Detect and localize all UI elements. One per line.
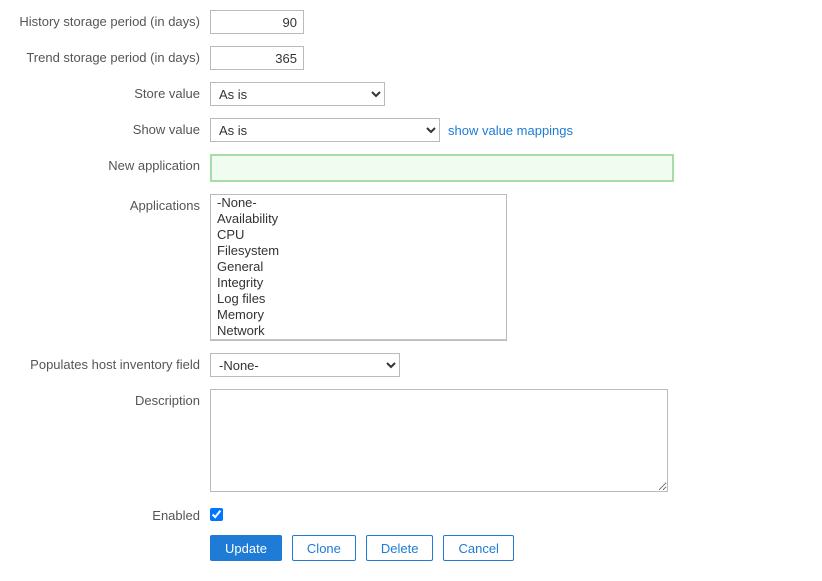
description-label: Description — [0, 389, 210, 408]
applications-option[interactable]: CPU — [211, 227, 506, 243]
history-storage-label: History storage period (in days) — [0, 10, 210, 29]
cancel-button[interactable]: Cancel — [443, 535, 513, 561]
new-application-input[interactable] — [210, 154, 674, 182]
applications-option[interactable]: Availability — [211, 211, 506, 227]
applications-option[interactable]: Filesystem — [211, 243, 506, 259]
applications-option[interactable]: -None- — [211, 195, 506, 211]
applications-option[interactable]: General — [211, 259, 506, 275]
populates-host-inventory-select[interactable]: -None- — [210, 353, 400, 377]
history-storage-input[interactable] — [210, 10, 304, 34]
new-application-label: New application — [0, 154, 210, 173]
store-value-select[interactable]: As is — [210, 82, 385, 106]
enabled-checkbox[interactable] — [210, 508, 223, 521]
applications-option[interactable]: nginx_stat — [211, 339, 506, 341]
delete-button[interactable]: Delete — [366, 535, 434, 561]
trend-storage-input[interactable] — [210, 46, 304, 70]
applications-option[interactable]: Memory — [211, 307, 506, 323]
applications-option[interactable]: Integrity — [211, 275, 506, 291]
applications-option[interactable]: Network — [211, 323, 506, 339]
update-button[interactable]: Update — [210, 535, 282, 561]
show-value-mappings-link[interactable]: show value mappings — [448, 123, 573, 138]
clone-button[interactable]: Clone — [292, 535, 356, 561]
applications-label: Applications — [0, 194, 210, 213]
populates-host-inventory-label: Populates host inventory field — [0, 353, 210, 372]
show-value-label: Show value — [0, 118, 210, 137]
description-textarea[interactable] — [210, 389, 668, 492]
store-value-label: Store value — [0, 82, 210, 101]
show-value-select[interactable]: As is — [210, 118, 440, 142]
applications-option[interactable]: Log files — [211, 291, 506, 307]
trend-storage-label: Trend storage period (in days) — [0, 46, 210, 65]
enabled-label: Enabled — [0, 504, 210, 523]
applications-listbox[interactable]: -None-AvailabilityCPUFilesystemGeneralIn… — [210, 194, 507, 341]
